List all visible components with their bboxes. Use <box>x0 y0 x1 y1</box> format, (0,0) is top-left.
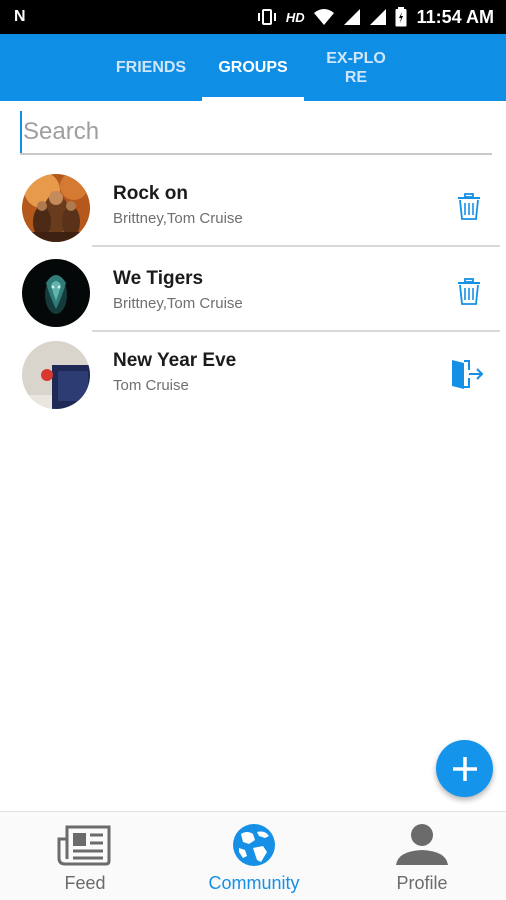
delete-group-button[interactable] <box>452 275 486 309</box>
tab-groups-label: GROUPS <box>218 59 288 76</box>
app-screen: N HD 11:54 AM FRIENDS GROUPS EX-PLORE Se… <box>0 0 506 900</box>
signal-icon-2 <box>369 8 387 26</box>
notification-icon: N <box>14 8 26 25</box>
newspaper-icon <box>57 822 113 868</box>
group-members: Brittney,Tom Cruise <box>113 295 243 312</box>
hd-indicator: HD <box>285 9 305 25</box>
status-time: 11:54 AM <box>416 6 494 27</box>
globe-icon <box>231 822 277 868</box>
active-tab-indicator <box>202 97 304 101</box>
nav-community-label: Community <box>208 873 300 893</box>
status-bar: N HD 11:54 AM <box>0 0 506 34</box>
group-members: Brittney,Tom Cruise <box>113 210 243 227</box>
trash-icon <box>458 278 480 305</box>
signal-icon <box>343 8 361 26</box>
nav-feed[interactable]: Feed <box>20 812 150 900</box>
vibrate-icon <box>256 8 278 26</box>
row-divider <box>92 245 500 247</box>
battery-icon <box>395 7 407 27</box>
group-avatar <box>22 259 90 327</box>
tab-explore-label: EX-PLORE <box>326 49 386 86</box>
bottom-navigation: Feed Community Profile <box>0 811 506 900</box>
plus-icon <box>452 756 477 781</box>
exit-door-icon <box>452 360 484 389</box>
group-name: Rock on <box>113 183 188 204</box>
tab-explore[interactable]: EX-PLORE <box>306 34 406 101</box>
trash-icon <box>458 193 480 220</box>
group-avatar <box>22 174 90 242</box>
search-input[interactable] <box>20 111 492 153</box>
group-row[interactable]: New Year Eve Tom Cruise <box>0 332 506 414</box>
add-group-button[interactable] <box>436 740 493 797</box>
tab-groups[interactable]: GROUPS <box>202 34 304 101</box>
group-row[interactable]: Rock on Brittney,Tom Cruise <box>0 165 506 247</box>
delete-group-button[interactable] <box>452 190 486 224</box>
group-name: New Year Eve <box>113 350 237 371</box>
nav-community[interactable]: Community <box>189 812 319 900</box>
group-name: We Tigers <box>113 268 204 289</box>
nav-profile[interactable]: Profile <box>357 812 487 900</box>
nav-profile-label: Profile <box>396 873 448 893</box>
leave-group-button[interactable] <box>446 356 486 392</box>
tab-bar: FRIENDS GROUPS EX-PLORE <box>0 34 506 101</box>
group-members: Tom Cruise <box>113 377 189 394</box>
search-bar <box>20 111 492 155</box>
nav-feed-label: Feed <box>64 873 106 893</box>
person-icon <box>394 822 450 868</box>
tab-friends[interactable]: FRIENDS <box>101 34 201 101</box>
wifi-icon <box>313 8 335 26</box>
tab-friends-label: FRIENDS <box>115 59 187 76</box>
group-avatar <box>22 341 90 409</box>
group-row[interactable]: We Tigers Brittney,Tom Cruise <box>0 250 506 332</box>
